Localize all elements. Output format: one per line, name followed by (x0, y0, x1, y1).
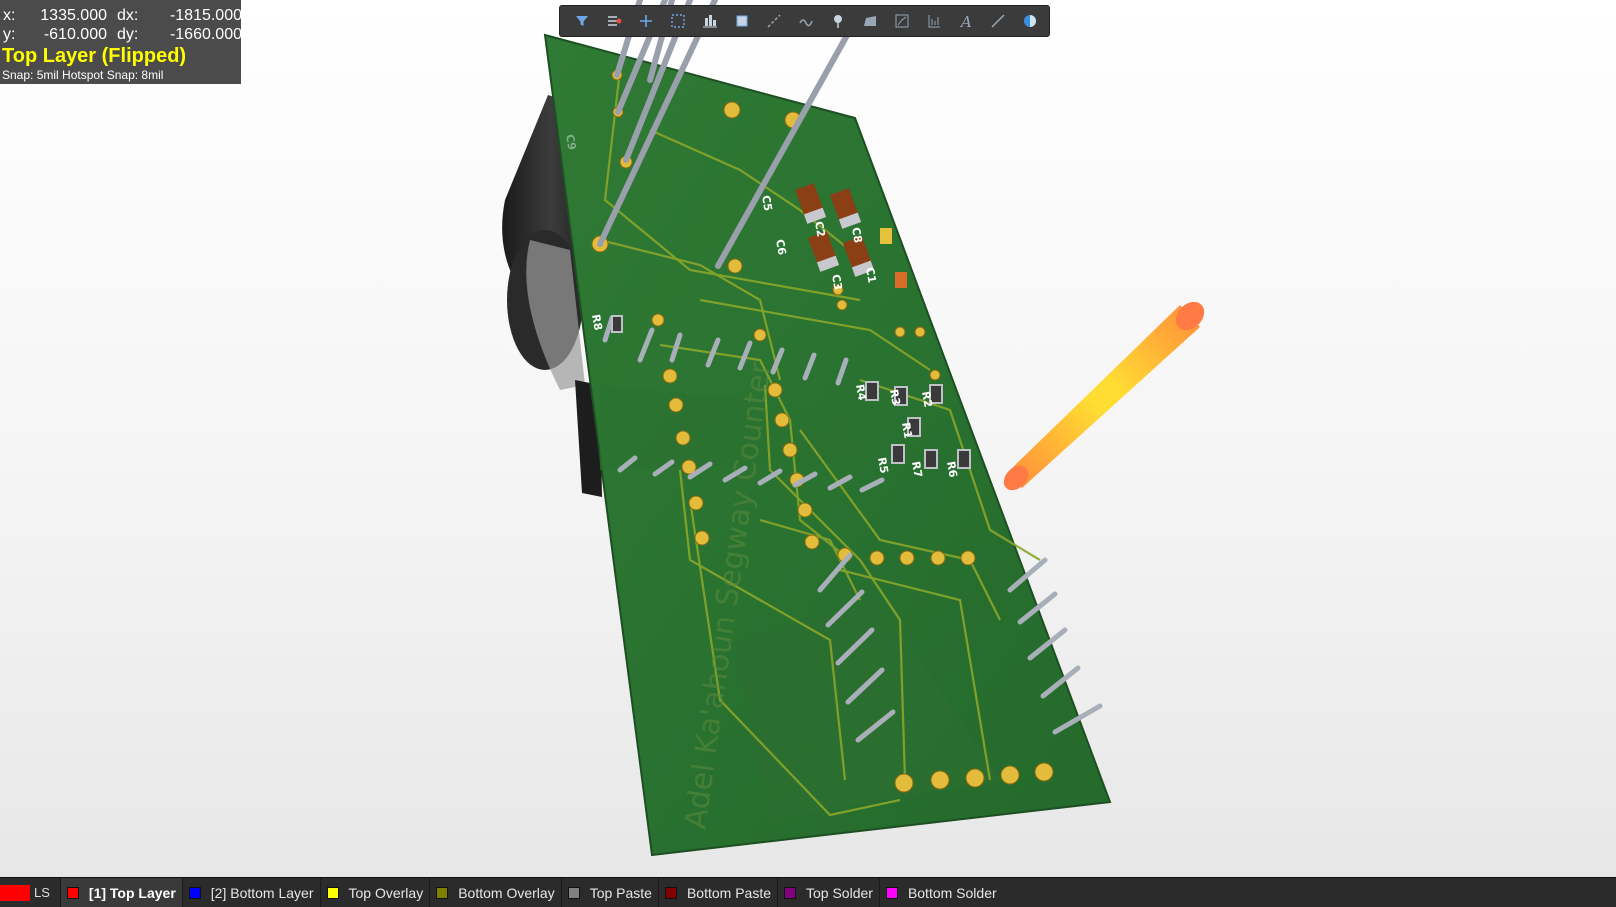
layer-color-swatch (664, 886, 677, 899)
svg-text:C8: C8 (849, 226, 865, 244)
layer-color-swatch (885, 886, 898, 899)
svg-text:R3: R3 (887, 388, 903, 406)
layer-color-swatch (784, 886, 796, 899)
place-via-icon[interactable] (824, 8, 852, 34)
svg-text:R7: R7 (909, 460, 925, 478)
tab-bottom-solder[interactable]: Bottom Solder (878, 878, 1003, 907)
svg-text:C3: C3 (829, 273, 845, 291)
align-icon[interactable] (696, 8, 724, 34)
layer-tab-label: Top Overlay (348, 884, 424, 901)
line-icon[interactable] (984, 8, 1012, 34)
svg-text:A: A (959, 13, 972, 29)
ls-button[interactable]: LS (34, 885, 50, 900)
layer-tab-label: [1] Top Layer (88, 884, 176, 901)
unit-label: mil (246, 7, 267, 24)
svg-text:C9: C9 (563, 133, 579, 151)
layer-tab-label: Bottom Overlay (458, 884, 555, 901)
svg-text:C5: C5 (759, 194, 775, 212)
y-label: y: (3, 26, 16, 43)
svg-text:R2: R2 (919, 390, 935, 408)
layer-tab-label: Bottom Solder (907, 884, 997, 901)
tab-bottom-paste[interactable]: Bottom Paste (657, 878, 777, 907)
x-label: x: (3, 7, 16, 24)
hud-row-y: y: -610.000 dy: -1660.000 mil (3, 26, 266, 44)
svg-text:C2: C2 (812, 220, 828, 238)
dy-value: -1660.000 (169, 26, 242, 43)
tab-bottom-overlay[interactable]: Bottom Overlay (429, 878, 560, 907)
svg-text:R5: R5 (875, 456, 891, 474)
select-rect-icon[interactable] (664, 8, 692, 34)
filter-icon[interactable] (568, 8, 596, 34)
snap-info: Snap: 5mil Hotspot Snap: 8mil (2, 68, 164, 82)
layer-tab-label: Bottom Paste (686, 884, 771, 901)
layer-color-swatch (326, 886, 339, 899)
y-value: -610.000 (43, 26, 107, 43)
layer-tabs-bar: LS [1] Top Layer [2] Bottom Layer Top Ov… (0, 877, 1616, 907)
layer-tab-label: Top Solder (806, 884, 873, 901)
layer-color-swatch (436, 886, 449, 899)
layer-tab-label: [2] Bottom Layer (210, 884, 314, 901)
current-layer-swatch[interactable] (0, 884, 30, 901)
dx-label: dx: (117, 7, 139, 24)
tab-top-solder[interactable]: Top Solder (777, 878, 879, 907)
route-icon[interactable] (600, 8, 628, 34)
tab-top-paste[interactable]: Top Paste (560, 878, 658, 907)
tab-bottom-layer[interactable]: [2] Bottom Layer (181, 878, 320, 907)
layer-tab-label: Top Paste (589, 884, 652, 901)
layer-color-swatch (188, 886, 201, 899)
tab-top-layer[interactable]: [1] Top Layer (59, 878, 182, 907)
svg-text:R1: R1 (899, 421, 915, 439)
unit-label: mil (246, 26, 267, 43)
pcb-3d-scene[interactable]: Adel Ka'ahoun Segway Counter C5 C2 C8 C6… (0, 0, 1616, 877)
current-layer-title: Top Layer (Flipped) (2, 45, 187, 67)
svg-text:C1: C1 (863, 266, 879, 284)
light-cone-marker[interactable] (999, 296, 1210, 495)
3d-viewport[interactable]: Adel Ka'ahoun Segway Counter C5 C2 C8 C6… (0, 0, 1616, 877)
dimension-icon[interactable] (920, 8, 948, 34)
tab-top-overlay[interactable]: Top Overlay (319, 878, 430, 907)
coordinate-hud: x: 1335.000 dx: -1815.000 mil y: -610.000 dy: -… (0, 0, 266, 84)
layer-color-swatch (567, 886, 580, 899)
active-bar-toolbar: A (559, 5, 1050, 37)
dy-label: dy: (117, 26, 139, 43)
x-value: 1335.000 (40, 7, 107, 24)
crosshair-icon[interactable] (632, 8, 660, 34)
text-icon[interactable]: A (952, 8, 980, 34)
svg-text:R8: R8 (589, 313, 605, 331)
interactive-routing-icon[interactable] (760, 8, 788, 34)
polygon-icon[interactable] (856, 8, 884, 34)
layer-color-swatch (66, 886, 79, 899)
hud-row-x: x: 1335.000 dx: -1815.000 mil (3, 7, 266, 25)
graph-icon[interactable] (888, 8, 916, 34)
component-icon[interactable] (728, 8, 756, 34)
diff-pair-icon[interactable] (792, 8, 820, 34)
3d-body-icon[interactable] (1016, 8, 1044, 34)
svg-text:C6: C6 (773, 238, 789, 256)
dx-value: -1815.000 (169, 7, 242, 24)
